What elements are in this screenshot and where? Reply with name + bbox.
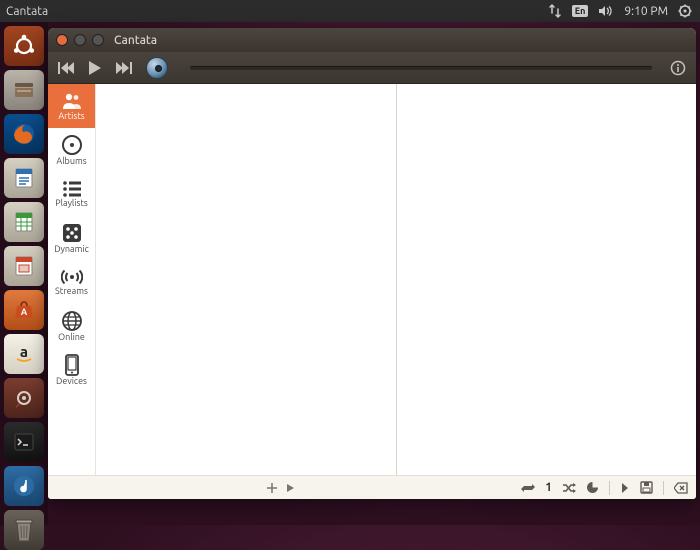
shuffle-icon (562, 482, 576, 494)
sidebar-item-artists[interactable]: Artists (48, 84, 95, 128)
dynamic-icon (61, 222, 83, 244)
sidebar-item-online[interactable]: Online (48, 304, 95, 348)
svg-text:a: a (20, 343, 28, 360)
launcher-dash[interactable] (4, 26, 44, 66)
calc-icon (12, 210, 36, 234)
info-button[interactable] (670, 60, 686, 76)
repeat-button[interactable] (521, 482, 535, 494)
window-minimize-button[interactable] (74, 34, 86, 46)
launcher-terminal[interactable] (4, 422, 44, 462)
window-title: Cantata (114, 34, 157, 47)
artists-icon (61, 91, 83, 111)
consume-icon (586, 481, 599, 494)
trash-icon (13, 517, 35, 543)
arrow-right-icon (620, 482, 630, 494)
devices-icon (64, 354, 80, 376)
launcher-writer[interactable] (4, 158, 44, 198)
amazon-icon: a (12, 342, 36, 366)
play-icon (88, 60, 102, 76)
progress-slider[interactable] (186, 66, 656, 70)
separator (609, 481, 610, 495)
sidebar-item-streams[interactable]: Streams (48, 260, 95, 304)
cantata-window: Cantata Artists Albums (48, 28, 696, 499)
sidebar-label: Online (58, 333, 85, 342)
scroll-to-current-button[interactable] (620, 482, 630, 494)
shuffle-button[interactable] (562, 482, 576, 494)
separator (663, 481, 664, 495)
keyboard-indicator[interactable]: En (572, 5, 589, 17)
network-indicator[interactable] (548, 4, 562, 18)
sidebar-label: Streams (55, 287, 88, 296)
sidebar-label: Devices (56, 377, 87, 386)
clock[interactable]: 9:10 PM (624, 5, 668, 18)
launcher-settings[interactable] (4, 378, 44, 418)
music-note-icon (12, 474, 36, 498)
sidebar-label: Dynamic (54, 245, 89, 254)
terminal-icon (12, 430, 36, 454)
sidebar-label: Artists (58, 112, 84, 121)
skip-back-icon (58, 61, 74, 75)
launcher-trash[interactable] (4, 510, 44, 550)
menubar-appname: Cantata (6, 5, 48, 18)
window-body: Artists Albums Playlists Dynamic Streams… (48, 84, 696, 475)
online-icon (61, 310, 83, 332)
settings-icon (12, 386, 36, 410)
content-panes (96, 84, 696, 475)
disc-button[interactable] (146, 57, 168, 79)
repeat-icon (521, 482, 535, 494)
firefox-icon (11, 121, 37, 147)
prev-track-button[interactable] (58, 61, 74, 75)
svg-text:A: A (21, 307, 28, 317)
clear-icon (674, 482, 688, 494)
sidebar-item-albums[interactable]: Albums (48, 128, 95, 172)
albums-icon (61, 134, 83, 156)
statusbar: 1 (48, 475, 696, 499)
info-icon (670, 60, 686, 76)
single-button[interactable]: 1 (545, 481, 552, 494)
play-button[interactable] (88, 60, 102, 76)
window-close-button[interactable] (56, 34, 68, 46)
sidebar-label: Playlists (55, 199, 88, 208)
playqueue-pane[interactable] (396, 84, 697, 475)
sidebar-item-playlists[interactable]: Playlists (48, 172, 95, 216)
sidebar-label: Albums (56, 157, 86, 166)
top-menubar: Cantata En 9:10 PM (0, 0, 700, 22)
add-button[interactable] (266, 482, 278, 494)
consume-button[interactable] (586, 481, 599, 494)
sidebar-item-dynamic[interactable]: Dynamic (48, 216, 95, 260)
launcher-files[interactable] (4, 70, 44, 110)
files-icon (12, 78, 36, 102)
playlists-icon (61, 180, 83, 198)
writer-icon (12, 166, 36, 190)
launcher-cantata[interactable] (4, 466, 44, 506)
sound-indicator[interactable] (598, 4, 614, 18)
save-icon (640, 481, 653, 494)
impress-icon (12, 254, 36, 278)
playnext-button[interactable] (286, 483, 295, 493)
session-indicator[interactable] (678, 4, 692, 18)
next-track-button[interactable] (116, 61, 132, 75)
player-toolbar (48, 52, 696, 84)
sidebar-item-devices[interactable]: Devices (48, 348, 95, 392)
launcher-calc[interactable] (4, 202, 44, 242)
save-queue-button[interactable] (640, 481, 653, 494)
skip-forward-icon (116, 61, 132, 75)
software-center-icon: A (12, 298, 36, 322)
launcher-impress[interactable] (4, 246, 44, 286)
clear-queue-button[interactable] (674, 482, 688, 494)
ubuntu-logo-icon (11, 33, 37, 59)
view-sidebar: Artists Albums Playlists Dynamic Streams… (48, 84, 96, 475)
plus-icon (266, 482, 278, 494)
launcher-firefox[interactable] (4, 114, 44, 154)
launcher-amazon[interactable]: a (4, 334, 44, 374)
window-titlebar[interactable]: Cantata (48, 28, 696, 52)
play-small-icon (286, 483, 295, 493)
streams-icon (61, 268, 83, 286)
launcher-software[interactable]: A (4, 290, 44, 330)
window-maximize-button[interactable] (92, 34, 104, 46)
browse-pane[interactable] (96, 84, 396, 475)
unity-launcher: A a (0, 22, 48, 525)
